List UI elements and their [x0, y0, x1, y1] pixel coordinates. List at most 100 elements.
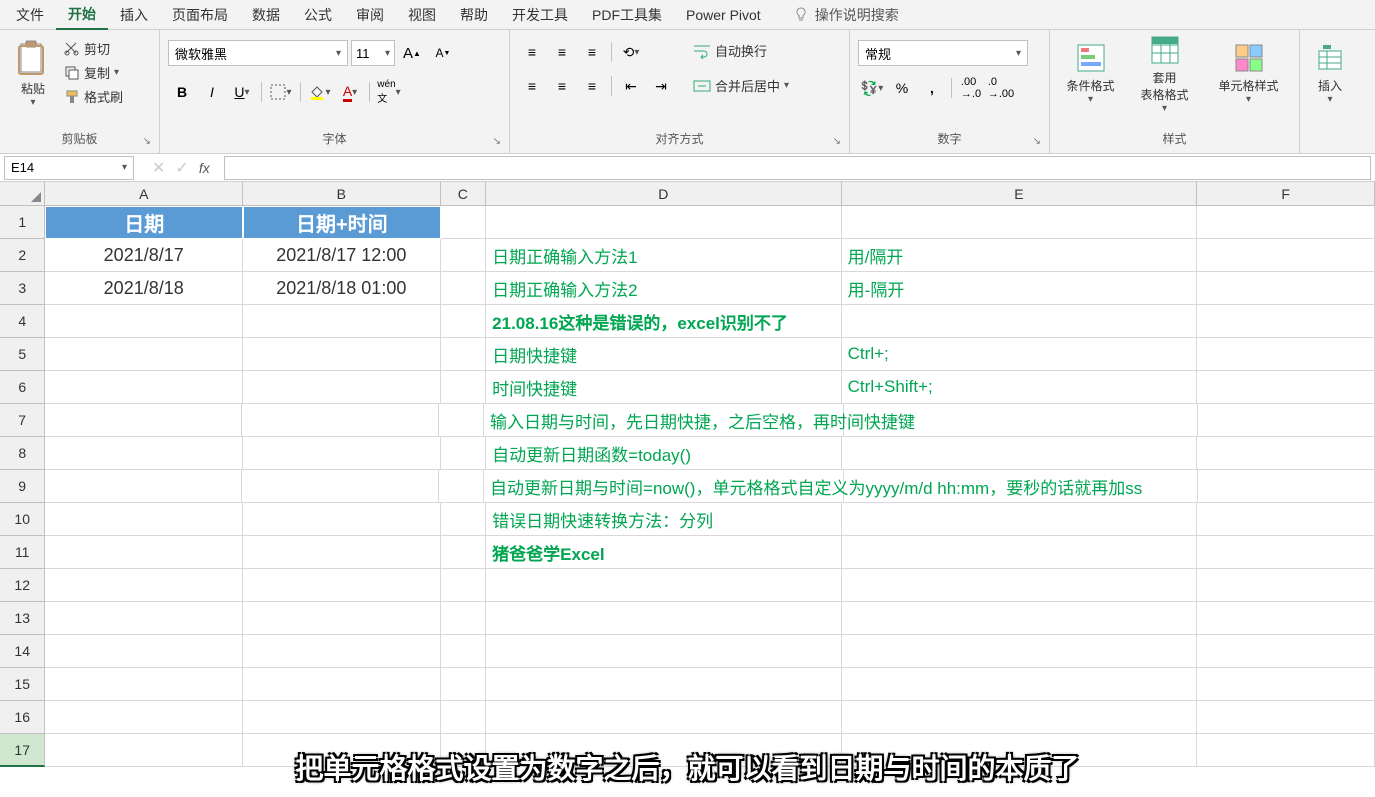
align-center-button[interactable]: ≡ — [548, 74, 576, 98]
tell-me-search[interactable]: 操作说明搜索 — [793, 5, 899, 25]
cell[interactable] — [486, 734, 842, 767]
col-header-E[interactable]: E — [842, 182, 1198, 206]
menu-file[interactable]: 文件 — [4, 1, 56, 29]
cell-D6[interactable]: 时间快捷键 — [486, 371, 842, 404]
align-right-button[interactable]: ≡ — [578, 74, 606, 98]
insert-cells-button[interactable]: 插入▾ — [1308, 34, 1352, 114]
cell-B10[interactable] — [243, 503, 441, 536]
cell[interactable] — [441, 602, 487, 635]
align-left-button[interactable]: ≡ — [518, 74, 546, 98]
cell[interactable] — [45, 734, 243, 767]
cell-F9[interactable] — [1198, 470, 1375, 503]
conditional-format-button[interactable]: 条件格式▾ — [1066, 34, 1116, 114]
cell-B7[interactable] — [242, 404, 439, 437]
font-color-button[interactable]: A▾ — [336, 80, 364, 104]
row-header[interactable]: 16 — [0, 701, 45, 734]
row-header[interactable]: 13 — [0, 602, 45, 635]
currency-button[interactable]: 💱▾ — [858, 76, 886, 100]
increase-decimal-button[interactable]: .00→.0 — [957, 76, 985, 100]
formula-bar[interactable] — [224, 156, 1371, 180]
cell-C3[interactable] — [441, 272, 487, 305]
font-size-select[interactable]: 11▾ — [351, 40, 395, 66]
cell-B1[interactable]: 日期+时间 — [243, 206, 441, 239]
cell-B8[interactable] — [243, 437, 441, 470]
cell-C11[interactable] — [441, 536, 487, 569]
menu-home[interactable]: 开始 — [56, 0, 108, 30]
cell-E1[interactable] — [842, 206, 1198, 239]
cell[interactable] — [842, 602, 1198, 635]
cell-E11[interactable] — [842, 536, 1198, 569]
decrease-indent-button[interactable]: ⇤ — [617, 74, 645, 98]
menu-help[interactable]: 帮助 — [448, 1, 500, 29]
cell-A7[interactable] — [45, 404, 242, 437]
cell[interactable] — [486, 635, 842, 668]
enter-icon[interactable]: ✓ — [175, 158, 188, 178]
cell[interactable] — [45, 635, 243, 668]
cell-F2[interactable] — [1197, 239, 1375, 272]
row-header[interactable]: 6 — [0, 371, 45, 404]
cell-A3[interactable]: 2021/8/18 — [45, 272, 243, 305]
cell-A10[interactable] — [45, 503, 243, 536]
col-header-C[interactable]: C — [441, 182, 486, 206]
cell-C7[interactable] — [439, 404, 484, 437]
col-header-D[interactable]: D — [486, 182, 842, 206]
menu-view[interactable]: 视图 — [396, 1, 448, 29]
cell[interactable] — [441, 668, 487, 701]
cell-A5[interactable] — [45, 338, 243, 371]
cell[interactable] — [1197, 701, 1375, 734]
cell[interactable] — [1197, 569, 1375, 602]
dialog-launcher-icon[interactable]: ↘ — [1033, 136, 1041, 147]
cell[interactable] — [1197, 734, 1375, 767]
cell[interactable] — [486, 602, 842, 635]
cell-F4[interactable] — [1197, 305, 1375, 338]
row-header[interactable]: 5 — [0, 338, 45, 371]
cell-F5[interactable] — [1197, 338, 1375, 371]
row-header[interactable]: 4 — [0, 305, 45, 338]
cell-F8[interactable] — [1197, 437, 1375, 470]
cell[interactable] — [243, 668, 441, 701]
cell-A1[interactable]: 日期 — [45, 206, 243, 239]
cell-styles-button[interactable]: 单元格样式▾ — [1214, 34, 1284, 114]
row-header[interactable]: 15 — [0, 668, 45, 701]
decrease-decimal-button[interactable]: .0→.00 — [987, 76, 1015, 100]
dialog-launcher-icon[interactable]: ↘ — [143, 136, 151, 147]
row-header[interactable]: 11 — [0, 536, 45, 569]
cell[interactable] — [842, 668, 1198, 701]
cell[interactable] — [45, 569, 243, 602]
cell-E4[interactable] — [842, 305, 1198, 338]
cell-B5[interactable] — [243, 338, 441, 371]
cut-button[interactable]: 剪切 — [62, 38, 125, 59]
cell[interactable] — [243, 602, 441, 635]
decrease-font-button[interactable]: A▼ — [429, 41, 457, 65]
cell[interactable] — [441, 701, 487, 734]
comma-button[interactable]: , — [918, 76, 946, 100]
menu-layout[interactable]: 页面布局 — [160, 1, 240, 29]
menu-dev[interactable]: 开发工具 — [500, 1, 580, 29]
bold-button[interactable]: B — [168, 80, 196, 104]
menu-powerpivot[interactable]: Power Pivot — [674, 3, 773, 27]
menu-data[interactable]: 数据 — [240, 1, 292, 29]
cell-B9[interactable] — [242, 470, 439, 503]
number-format-select[interactable]: 常规▾ — [858, 40, 1028, 66]
increase-indent-button[interactable]: ⇥ — [647, 74, 675, 98]
cell[interactable] — [842, 701, 1198, 734]
cell-A9[interactable] — [45, 470, 242, 503]
menu-insert[interactable]: 插入 — [108, 1, 160, 29]
cell-F6[interactable] — [1197, 371, 1375, 404]
cell-A4[interactable] — [45, 305, 243, 338]
cell-A6[interactable] — [45, 371, 243, 404]
merge-button[interactable]: 合并后居中▾ — [691, 75, 791, 96]
select-all-corner[interactable] — [0, 182, 45, 206]
cell-F3[interactable] — [1197, 272, 1375, 305]
col-header-A[interactable]: A — [45, 182, 243, 206]
cell[interactable] — [842, 569, 1198, 602]
cell-D7[interactable]: 输入日期与时间，先日期快捷，之后空格，再时间快捷键 — [484, 404, 844, 437]
cell-D9[interactable]: 自动更新日期与时间=now()，单元格格式自定义为yyyy/m/d hh:mm，… — [484, 470, 844, 503]
cell[interactable] — [243, 701, 441, 734]
cell-D11[interactable]: 猪爸爸学Excel — [486, 536, 842, 569]
name-box[interactable]: E14▾ — [4, 156, 134, 180]
cell-E7[interactable] — [844, 404, 1198, 437]
cell-E6[interactable]: Ctrl+Shift+; — [842, 371, 1198, 404]
cell-E2[interactable]: 用/隔开 — [842, 239, 1198, 272]
font-name-select[interactable]: 微软雅黑▾ — [168, 40, 348, 66]
